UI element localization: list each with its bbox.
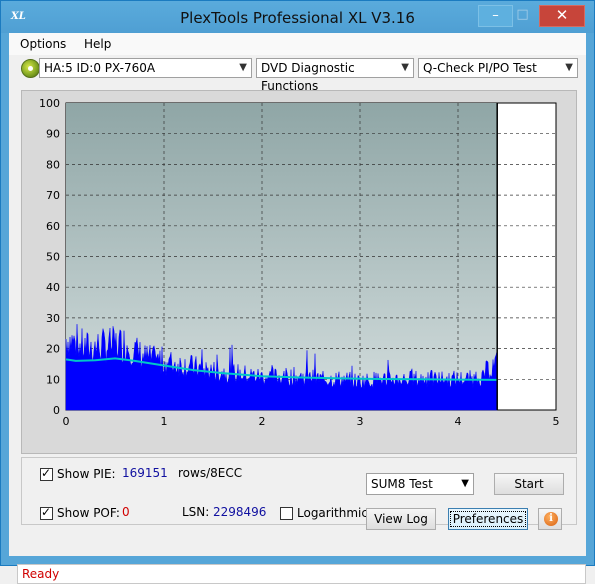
preferences-button-label: Preferences bbox=[449, 511, 527, 527]
info-button[interactable]: i bbox=[538, 508, 562, 530]
drive-select[interactable]: HA:5 ID:0 PX-760A ▼ bbox=[39, 58, 252, 78]
sum-test-select[interactable]: SUM8 Test ▼ bbox=[366, 473, 474, 495]
info-icon: i bbox=[544, 512, 558, 526]
y-tick-label: 0 bbox=[53, 404, 60, 417]
show-pie-label: Show PIE: bbox=[57, 467, 116, 481]
app-window: XL PlexTools Professional XL V3.16 – □ ✕… bbox=[0, 0, 595, 584]
disc-icon bbox=[21, 59, 40, 78]
y-tick-label: 100 bbox=[39, 97, 60, 110]
show-pof-label: Show POF: bbox=[57, 506, 120, 520]
test-select-value: Q-Check PI/PO Test bbox=[423, 61, 537, 75]
y-tick-label: 90 bbox=[46, 128, 60, 141]
x-tick-label: 1 bbox=[161, 415, 168, 428]
client-area: Options Help HA:5 ID:0 PX-760A ▼ DVD Dia… bbox=[9, 33, 586, 584]
sum-test-value: SUM8 Test bbox=[371, 477, 433, 491]
maximize-button[interactable]: □ bbox=[506, 5, 539, 27]
menu-bar: Options Help bbox=[9, 33, 586, 55]
preferences-button[interactable]: Preferences bbox=[448, 508, 528, 530]
menu-options-label: Options bbox=[20, 37, 67, 51]
menu-options[interactable]: Options bbox=[20, 37, 66, 51]
menu-help[interactable]: Help bbox=[84, 37, 111, 51]
lsn-label: LSN: bbox=[182, 505, 210, 519]
y-tick-label: 60 bbox=[46, 220, 60, 233]
title-bar[interactable]: XL PlexTools Professional XL V3.16 – □ ✕ bbox=[1, 1, 594, 33]
chevron-down-icon: ▼ bbox=[565, 62, 573, 73]
x-tick-label: 0 bbox=[63, 415, 70, 428]
show-pie-checkbox[interactable] bbox=[40, 466, 53, 481]
logarithmic-checkbox[interactable] bbox=[280, 507, 293, 520]
x-tick-label: 5 bbox=[553, 415, 560, 428]
chevron-down-icon: ▼ bbox=[401, 62, 409, 73]
view-log-button[interactable]: View Log bbox=[366, 508, 436, 530]
y-tick-label: 50 bbox=[46, 251, 60, 264]
y-tick-label: 30 bbox=[46, 312, 60, 325]
y-tick-label: 20 bbox=[46, 343, 60, 356]
test-select[interactable]: Q-Check PI/PO Test ▼ bbox=[418, 58, 578, 78]
pof-value: 0 bbox=[122, 505, 130, 519]
pie-po-chart: 0 10 20 30 40 50 60 70 80 90 100 0 1 2 3 4 5 bbox=[39, 97, 560, 428]
status-bar: Ready bbox=[17, 564, 586, 584]
x-tick-label: 2 bbox=[259, 415, 266, 428]
chevron-down-icon: ▼ bbox=[239, 62, 247, 73]
pie-value: 169151 bbox=[122, 466, 168, 480]
function-select[interactable]: DVD Diagnostic Functions ▼ bbox=[256, 58, 414, 93]
chart-panel: 0 10 20 30 40 50 60 70 80 90 100 0 1 2 3 4 5 bbox=[21, 90, 577, 454]
logarithmic-label: Logarithmic bbox=[297, 506, 368, 520]
y-tick-label: 40 bbox=[46, 281, 60, 294]
drive-select-value: HA:5 ID:0 PX-760A bbox=[44, 61, 156, 75]
x-tick-label: 4 bbox=[455, 415, 462, 428]
pie-unit: rows/8ECC bbox=[178, 466, 243, 480]
y-tick-label: 10 bbox=[46, 373, 60, 386]
x-tick-label: 3 bbox=[357, 415, 364, 428]
start-button[interactable]: Start bbox=[494, 473, 564, 495]
function-select-value: DVD Diagnostic Functions bbox=[261, 61, 355, 93]
close-button[interactable]: ✕ bbox=[539, 5, 585, 27]
view-log-button-label: View Log bbox=[374, 512, 428, 526]
chevron-down-icon: ▼ bbox=[461, 478, 469, 489]
y-tick-label: 80 bbox=[46, 158, 60, 171]
status-text: Ready bbox=[22, 567, 60, 581]
menu-help-label: Help bbox=[84, 37, 112, 51]
start-button-label: Start bbox=[514, 477, 544, 491]
controls-panel: Show PIE: 169151 rows/8ECC Show POF: 0 L… bbox=[21, 457, 577, 530]
lsn-value: 2298496 bbox=[213, 505, 267, 519]
y-tick-label: 70 bbox=[46, 189, 60, 202]
show-pof-checkbox[interactable] bbox=[40, 505, 53, 520]
